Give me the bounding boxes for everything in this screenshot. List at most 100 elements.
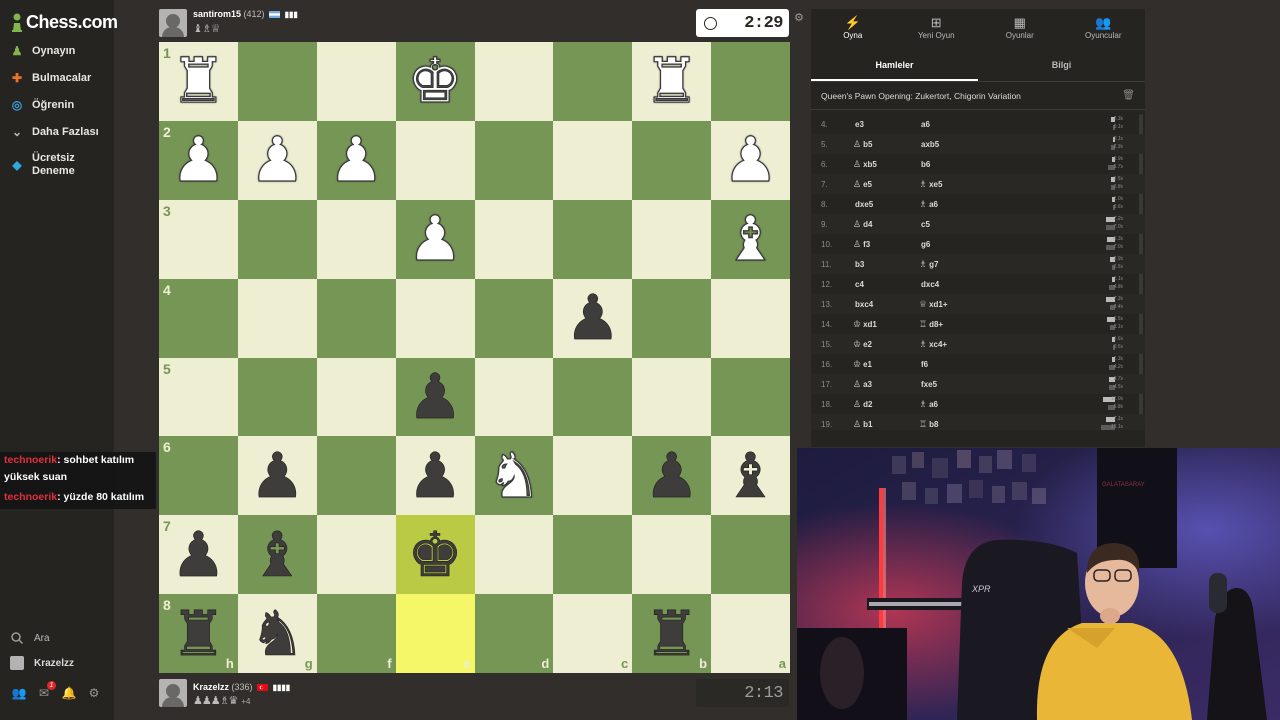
black-move[interactable]: axb5	[919, 139, 1019, 149]
square-h7[interactable]: 7 ♟	[159, 515, 238, 595]
sidebar-item-learn[interactable]: ◎ Öğrenin	[10, 98, 74, 112]
square-d1[interactable]	[474, 42, 554, 121]
friends-icon[interactable]: 👥	[11, 686, 27, 700]
white-move[interactable]: e3	[853, 119, 919, 129]
black-move[interactable]: c5	[919, 219, 1019, 229]
black-bishop-icon[interactable]: ♝	[722, 444, 778, 507]
white-pawn-icon[interactable]: ♟	[170, 128, 227, 191]
square-c8[interactable]: c	[553, 594, 633, 673]
black-move[interactable]: ♕ xd1+	[919, 299, 1019, 310]
square-e8[interactable]: e	[395, 594, 475, 673]
white-move[interactable]: ♙ a3	[853, 379, 919, 390]
square-b2[interactable]	[632, 120, 712, 200]
black-move[interactable]: ♖ b8	[919, 419, 1019, 430]
square-e4[interactable]	[395, 278, 475, 358]
square-h3[interactable]: 3	[159, 199, 238, 279]
black-knight-icon[interactable]: ♞	[249, 602, 305, 665]
square-h1[interactable]: 1 ♜	[159, 42, 238, 121]
square-d5[interactable]	[474, 357, 554, 437]
profile-link[interactable]: Krazelzz	[10, 656, 74, 670]
sidebar-item-diamond[interactable]: ◆ Ücretsiz Deneme	[10, 152, 92, 178]
square-f4[interactable]	[316, 278, 396, 358]
square-g6[interactable]: ♟	[237, 436, 317, 516]
sidebar-item-chevron-down[interactable]: ⌄ Daha Fazlası	[10, 125, 99, 139]
black-move[interactable]: fxe5	[919, 379, 1019, 389]
board-settings-icon[interactable]: ⚙	[794, 11, 804, 24]
square-h6[interactable]: 6	[159, 436, 238, 516]
black-pawn-icon[interactable]: ♟	[407, 444, 463, 507]
square-f8[interactable]: f	[316, 594, 396, 673]
own-avatar[interactable]	[159, 679, 187, 707]
white-bishop-icon[interactable]: ♝	[722, 207, 779, 270]
square-d4[interactable]	[474, 278, 554, 358]
opening-name[interactable]: Queen's Pawn Opening: Zukertort, Chigori…	[821, 91, 1021, 101]
square-d2[interactable]	[474, 120, 554, 200]
messages-icon[interactable]: ✉ 1	[36, 681, 56, 700]
square-g8[interactable]: g ♞	[237, 594, 317, 673]
opponent-username[interactable]: santirom15	[193, 9, 241, 19]
square-h5[interactable]: 5	[159, 357, 238, 437]
square-c7[interactable]	[553, 515, 633, 595]
square-c2[interactable]	[553, 120, 633, 200]
square-f2[interactable]: ♟	[316, 120, 396, 200]
square-b5[interactable]	[632, 357, 712, 437]
square-a5[interactable]	[711, 357, 790, 437]
square-a1[interactable]	[711, 42, 790, 121]
square-g5[interactable]	[237, 357, 317, 437]
black-move[interactable]: b6	[919, 159, 1019, 169]
tab-players[interactable]: 👥 Oyuncular	[1062, 9, 1146, 47]
square-e1[interactable]: ♚	[395, 42, 475, 121]
black-move[interactable]: ♗ xe5	[919, 179, 1019, 190]
square-d7[interactable]	[474, 515, 554, 595]
own-username[interactable]: Krazelzz	[193, 682, 229, 692]
black-move[interactable]: dxc4	[919, 279, 1019, 289]
white-move[interactable]: ♔ e1	[853, 359, 919, 370]
white-rook-icon[interactable]: ♜	[643, 49, 700, 112]
bell-icon[interactable]: 🔔	[61, 686, 77, 700]
square-g7[interactable]: ♝	[237, 515, 317, 595]
square-h2[interactable]: 2 ♟	[159, 120, 238, 200]
white-rook-icon[interactable]: ♜	[170, 49, 227, 112]
square-c6[interactable]	[553, 436, 633, 516]
square-g1[interactable]	[237, 42, 317, 121]
black-pawn-icon[interactable]: ♟	[170, 523, 226, 586]
black-move[interactable]: a6	[919, 119, 1019, 129]
white-move[interactable]: ♔ xd1	[853, 319, 919, 330]
black-rook-icon[interactable]: ♜	[170, 602, 226, 665]
square-c4[interactable]: ♟	[553, 278, 633, 358]
square-h4[interactable]: 4	[159, 278, 238, 358]
white-pawn-icon[interactable]: ♟	[249, 128, 306, 191]
square-c3[interactable]	[553, 199, 633, 279]
square-e2[interactable]	[395, 120, 475, 200]
white-move[interactable]: b3	[853, 259, 919, 269]
square-b7[interactable]	[632, 515, 712, 595]
square-a2[interactable]: ♟	[711, 120, 790, 200]
square-e3[interactable]: ♟	[395, 199, 475, 279]
tab-board[interactable]: ▦ Oyunlar	[978, 9, 1062, 47]
sidebar-item-puzzle[interactable]: ✚ Bulmacalar	[10, 71, 91, 85]
white-move[interactable]: ♙ f3	[853, 239, 919, 250]
square-e6[interactable]: ♟	[395, 436, 475, 516]
white-move[interactable]: ♙ e5	[853, 179, 919, 190]
black-pawn-icon[interactable]: ♟	[249, 444, 305, 507]
square-c1[interactable]	[553, 42, 633, 121]
square-a8[interactable]: a	[711, 594, 790, 673]
black-pawn-icon[interactable]: ♟	[565, 286, 621, 349]
white-move[interactable]: ♙ b1	[853, 419, 919, 430]
chess-logo[interactable]: Chess.com	[10, 10, 118, 34]
move-list[interactable]: 4. e3 a6 2.3s 0.1s 5. ♙ b5 axb5 0.1s 2.3s 6. ♙ xb5 b6 0…	[811, 110, 1145, 430]
square-e7[interactable]: ♚	[395, 515, 475, 595]
square-a3[interactable]: ♝	[711, 199, 790, 279]
square-b4[interactable]	[632, 278, 712, 358]
search-link[interactable]: Ara	[10, 631, 50, 645]
black-move[interactable]: ♗ a6	[919, 199, 1019, 210]
square-d8[interactable]: d	[474, 594, 554, 673]
square-g2[interactable]: ♟	[237, 120, 317, 200]
chess-board[interactable]: 1 ♜ ♚ ♜ 2 ♟ ♟ ♟ ♟ 3 ♟ ♝ 4 ♟ 5 ♟ 6 ♟ ♟ ♞ ♟ ♝ 7 ♟ ♝ ♚ 8 h ♜ g ♞ f e d c b ♜ a	[159, 42, 790, 673]
white-move[interactable]: ♙ d2	[853, 399, 919, 410]
white-move[interactable]: c4	[853, 279, 919, 289]
white-king-icon[interactable]: ♚	[407, 49, 464, 112]
white-move[interactable]: ♙ b5	[853, 139, 919, 150]
white-pawn-icon[interactable]: ♟	[407, 207, 464, 270]
square-g3[interactable]	[237, 199, 317, 279]
